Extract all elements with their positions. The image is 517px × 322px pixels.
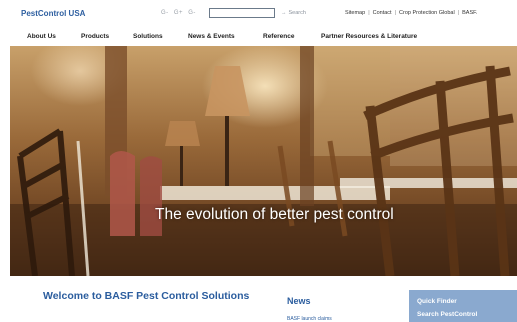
font-size-increase-button[interactable]: G+ (174, 10, 183, 16)
sitemap-link[interactable]: Sitemap (345, 10, 365, 16)
font-size-decrease-button[interactable]: G- (161, 10, 169, 16)
divider: | (457, 10, 460, 16)
search-button-label: Search (288, 10, 306, 16)
nav-item-products[interactable]: Products (81, 33, 109, 40)
quick-finder-title: Quick Finder (417, 298, 457, 305)
brand-link[interactable]: PestControl USA (21, 9, 85, 18)
welcome-title: Welcome to BASF Pest Control Solutions (43, 290, 250, 302)
main-nav: About Us Products Solutions News & Event… (0, 27, 517, 45)
news-item-link[interactable]: BASF launch claims (287, 316, 332, 322)
nav-item-partner-resources[interactable]: Partner Resources & Literature (321, 33, 417, 40)
hero-tagline: The evolution of better pest control (155, 206, 394, 223)
search-input[interactable] (209, 8, 275, 18)
nav-item-news-events[interactable]: News & Events (188, 33, 235, 40)
basf-link[interactable]: BASF. (462, 10, 477, 16)
search-pestcontrol-link[interactable]: Search PestControl (417, 311, 477, 318)
divider: | (394, 10, 397, 16)
search-button[interactable]: → Search (281, 10, 306, 16)
utility-links: Sitemap | Contact | Crop Protection Global | B… (345, 10, 477, 16)
hero-banner: The evolution of better pest control (10, 46, 517, 276)
arrow-right-icon: → (281, 10, 287, 16)
crop-protection-link[interactable]: Crop Protection Global (399, 10, 455, 16)
restaurant-scene-image (10, 46, 517, 276)
quick-finder-panel: Quick Finder Search PestControl (409, 290, 517, 322)
nav-item-reference[interactable]: Reference (263, 33, 294, 40)
nav-item-about-us[interactable]: About Us (27, 33, 56, 40)
top-bar: PestControl USA G- G+ G- → Search Sitemap… (0, 0, 517, 26)
divider: | (368, 10, 370, 16)
nav-item-solutions[interactable]: Solutions (133, 33, 163, 40)
font-size-controls: G- G+ G- (161, 10, 199, 16)
contact-link[interactable]: Contact (373, 10, 392, 16)
news-heading: News (287, 296, 311, 306)
font-size-reset-button[interactable]: G- (188, 10, 196, 16)
